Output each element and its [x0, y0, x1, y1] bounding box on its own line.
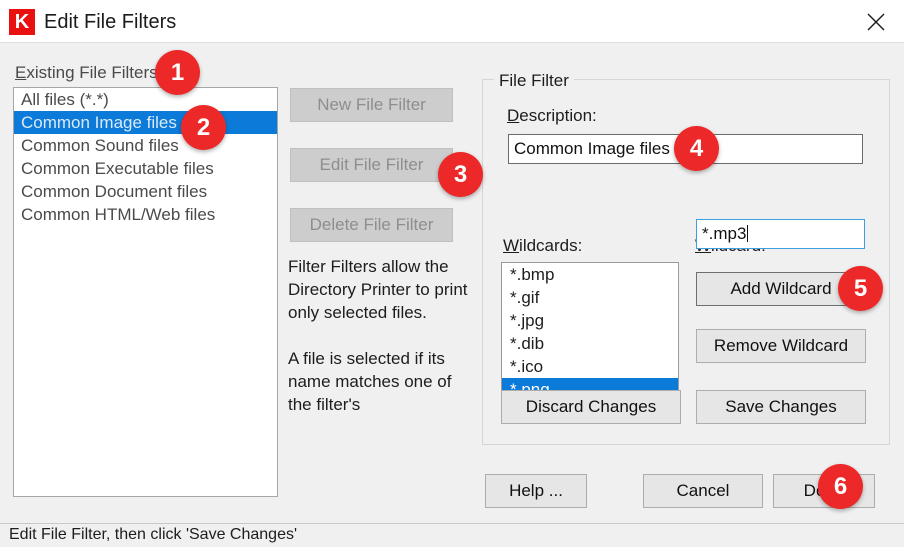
list-item[interactable]: *.dib — [502, 332, 678, 355]
wildcard-input[interactable]: *.mp3 — [696, 219, 865, 249]
list-item[interactable]: *.jpg — [502, 309, 678, 332]
list-item[interactable]: Common Image files — [14, 111, 277, 134]
step-badge-5: 5 — [838, 266, 883, 311]
wildcards-list-label-rest: ildcards: — [519, 236, 583, 255]
wildcards-list-label: Wildcards: — [503, 236, 582, 256]
list-item[interactable]: Common Executable files — [14, 157, 277, 180]
app-logo-icon: K — [9, 9, 35, 35]
list-item[interactable]: Common Sound files — [14, 134, 277, 157]
step-badge-1: 1 — [155, 50, 200, 95]
step-badge-3: 3 — [438, 152, 483, 197]
close-icon — [867, 13, 885, 31]
wildcards-list-label-accel: W — [503, 236, 520, 255]
list-item[interactable]: Common HTML/Web files — [14, 203, 277, 226]
new-file-filter-button[interactable]: New File Filter — [290, 88, 453, 122]
step-badge-6: 6 — [818, 464, 863, 509]
edit-file-filter-button[interactable]: Edit File Filter — [290, 148, 453, 182]
step-badge-2: 2 — [181, 105, 226, 150]
list-item[interactable]: Common Document files — [14, 180, 277, 203]
status-bar-message: Edit File Filter, then click 'Save Chang… — [9, 526, 298, 543]
list-item[interactable]: *.ico — [502, 355, 678, 378]
help-description-text: Filter Filters allow the Directory Print… — [288, 255, 468, 416]
list-item[interactable]: *.bmp — [502, 263, 678, 286]
dialog-client-area: Existing File Filters: All files (*.*) C… — [0, 43, 904, 523]
wildcards-listbox[interactable]: *.bmp *.gif *.jpg *.dib *.ico *.png — [501, 262, 679, 402]
list-item[interactable]: All files (*.*) — [14, 88, 277, 111]
status-bar: Edit File Filter, then click 'Save Chang… — [0, 523, 904, 547]
wildcard-input-value: *.mp3 — [702, 224, 747, 243]
save-changes-button[interactable]: Save Changes — [696, 390, 866, 424]
cancel-button[interactable]: Cancel — [643, 474, 763, 508]
close-window-button[interactable] — [848, 0, 904, 42]
discard-changes-button[interactable]: Discard Changes — [501, 390, 681, 424]
existing-filters-listbox[interactable]: All files (*.*) Common Image files Commo… — [13, 87, 278, 497]
window-title: Edit File Filters — [44, 11, 177, 33]
description-label: Description: — [507, 106, 597, 126]
remove-wildcard-button[interactable]: Remove Wildcard — [696, 329, 866, 363]
help-paragraph-1: Filter Filters allow the Directory Print… — [288, 257, 468, 322]
title-bar: K Edit File Filters — [0, 0, 904, 43]
text-caret — [747, 225, 749, 242]
file-filter-groupbox-title: File Filter — [494, 71, 574, 91]
existing-filters-label-rest: xisting File Filters: — [26, 63, 163, 82]
delete-file-filter-button[interactable]: Delete File Filter — [290, 208, 453, 242]
existing-filters-label-accel: E — [15, 63, 27, 82]
help-button[interactable]: Help ... — [485, 474, 587, 508]
description-label-rest: escription: — [519, 106, 597, 125]
list-item[interactable]: *.gif — [502, 286, 678, 309]
edit-file-filters-dialog: K Edit File Filters Existing File Filter… — [0, 0, 904, 547]
step-badge-4: 4 — [674, 126, 719, 171]
help-paragraph-2: A file is selected if its name matches o… — [288, 349, 452, 414]
existing-filters-label: Existing File Filters: — [15, 63, 162, 83]
description-label-accel: D — [507, 106, 520, 125]
